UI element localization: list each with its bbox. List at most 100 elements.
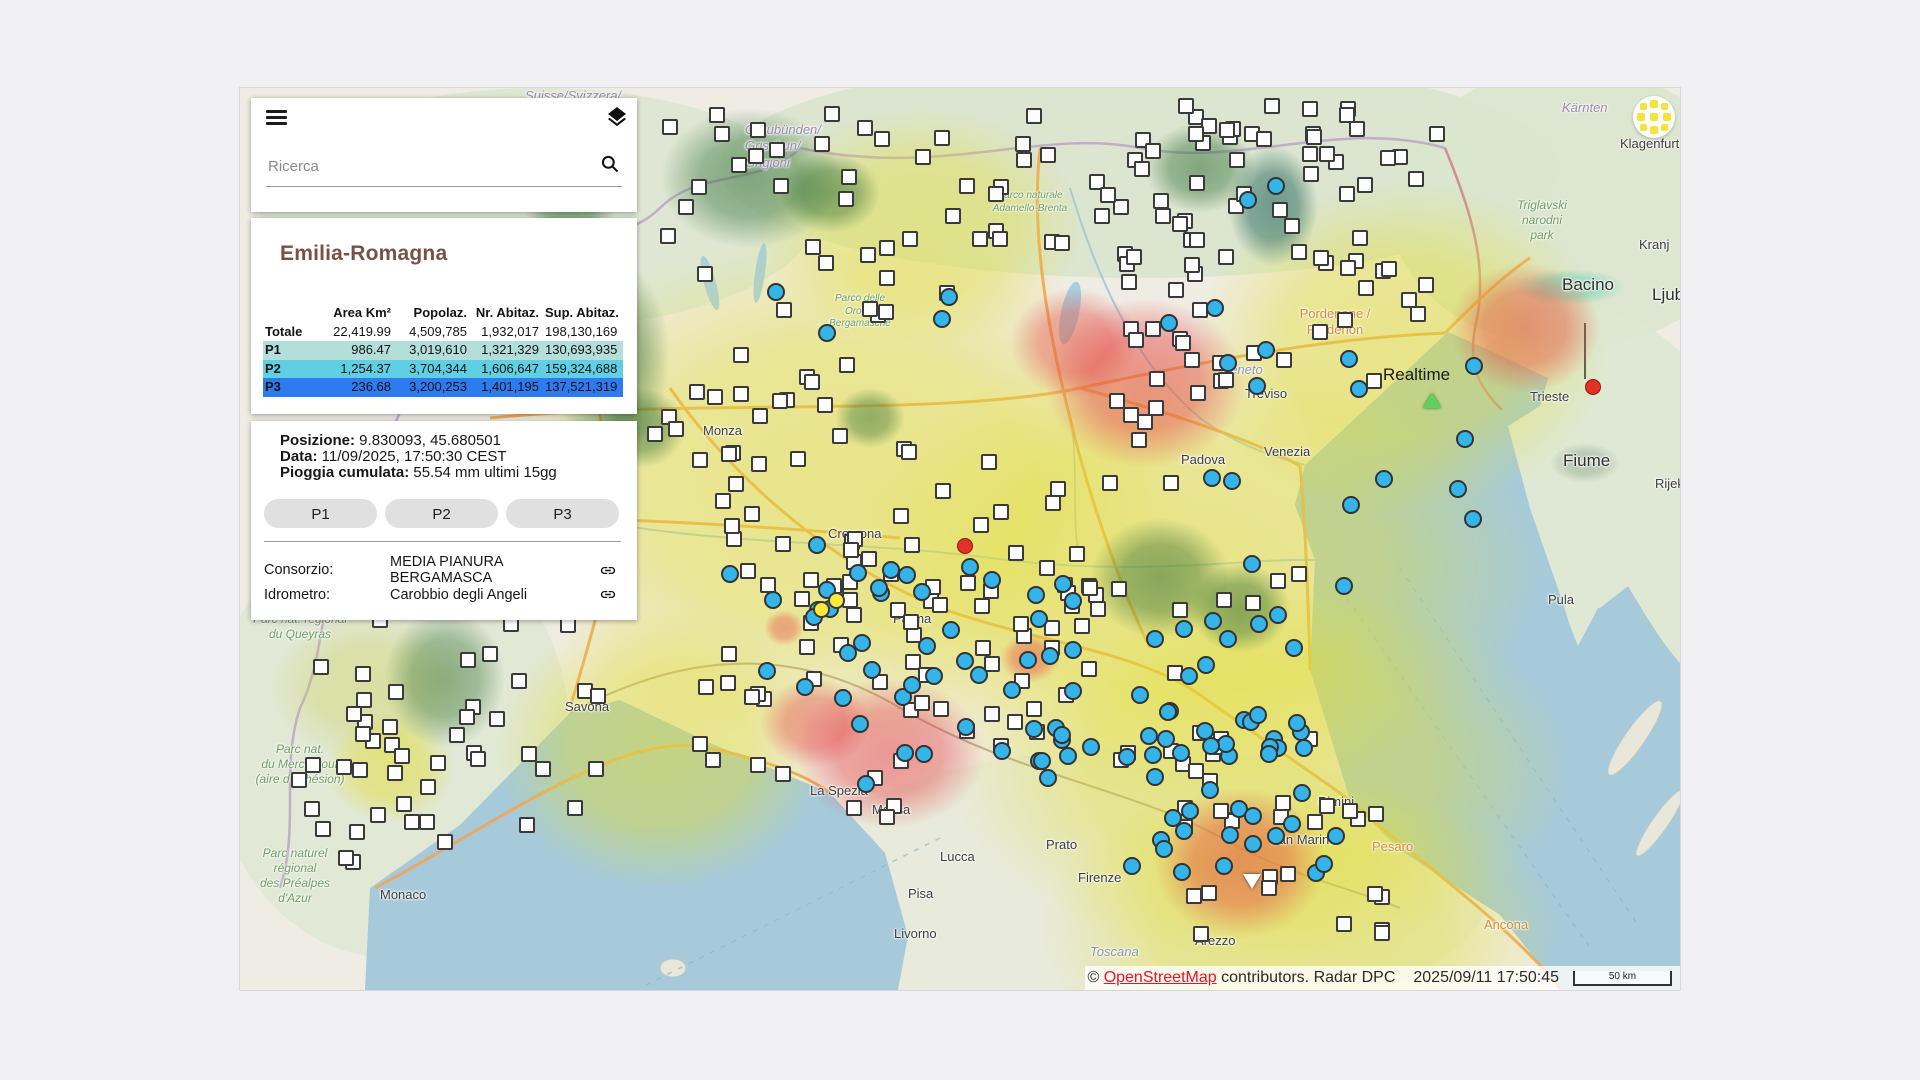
station-marker-square[interactable]: [1013, 616, 1029, 632]
station-marker-square[interactable]: [1270, 573, 1286, 589]
station-marker-square[interactable]: [744, 506, 760, 522]
station-marker-square[interactable]: [1026, 108, 1042, 124]
station-marker-square[interactable]: [1275, 795, 1291, 811]
station-marker-square[interactable]: [1149, 371, 1165, 387]
station-marker-blue[interactable]: [1206, 299, 1224, 317]
station-marker-square[interactable]: [588, 761, 604, 777]
station-marker-square[interactable]: [1172, 602, 1188, 618]
station-marker-blue[interactable]: [1123, 857, 1141, 875]
station-marker-square[interactable]: [489, 711, 505, 727]
station-marker-square[interactable]: [750, 122, 766, 138]
station-marker-square[interactable]: [1189, 175, 1205, 191]
station-marker-square[interactable]: [915, 149, 931, 165]
marker-triangle-white[interactable]: [1243, 874, 1261, 889]
station-marker-square[interactable]: [396, 796, 412, 812]
station-marker-square[interactable]: [692, 736, 708, 752]
station-marker-blue[interactable]: [1250, 615, 1268, 633]
station-marker-blue[interactable]: [1375, 470, 1393, 488]
station-marker-blue[interactable]: [767, 283, 785, 301]
station-marker-square[interactable]: [1374, 925, 1390, 941]
station-marker-square[interactable]: [1128, 332, 1144, 348]
station-marker-blue[interactable]: [1027, 586, 1045, 604]
station-marker-square[interactable]: [857, 120, 873, 136]
station-marker-square[interactable]: [960, 575, 976, 591]
station-marker-square[interactable]: [862, 301, 878, 317]
station-marker-blue[interactable]: [1180, 667, 1198, 685]
station-marker-blue[interactable]: [1244, 835, 1262, 853]
station-marker-blue[interactable]: [961, 558, 979, 576]
station-marker-square[interactable]: [744, 689, 760, 705]
station-marker-square[interactable]: [1082, 580, 1098, 596]
station-marker-square[interactable]: [470, 751, 486, 767]
station-marker-square[interactable]: [1155, 208, 1171, 224]
station-marker-square[interactable]: [1054, 235, 1070, 251]
station-marker-square[interactable]: [689, 384, 705, 400]
station-marker-square[interactable]: [519, 817, 535, 833]
station-marker-blue[interactable]: [1456, 430, 1474, 448]
station-marker-blue[interactable]: [1155, 840, 1173, 858]
station-marker-square[interactable]: [346, 706, 362, 722]
station-marker-square[interactable]: [879, 270, 895, 286]
station-marker-square[interactable]: [959, 178, 975, 194]
station-marker-square[interactable]: [945, 208, 961, 224]
station-marker-square[interactable]: [482, 646, 498, 662]
station-marker-blue[interactable]: [898, 566, 916, 584]
station-marker-square[interactable]: [860, 247, 876, 263]
station-marker-square[interactable]: [1306, 129, 1322, 145]
station-marker-blue[interactable]: [1157, 730, 1175, 748]
station-marker-square[interactable]: [1366, 373, 1382, 389]
station-marker-square[interactable]: [647, 426, 663, 442]
station-marker-square[interactable]: [984, 706, 1000, 722]
station-marker-blue[interactable]: [1146, 630, 1164, 648]
station-marker-square[interactable]: [1245, 595, 1261, 611]
station-marker-square[interactable]: [1153, 193, 1169, 209]
station-marker-blue[interactable]: [1221, 826, 1239, 844]
station-marker-square[interactable]: [1193, 926, 1209, 942]
station-marker-blue[interactable]: [870, 579, 888, 597]
station-marker-square[interactable]: [1081, 661, 1097, 677]
station-marker-blue[interactable]: [1267, 827, 1285, 845]
table-row-p3[interactable]: P3 236.68 3,200,253 1,401,195 137,521,31…: [263, 378, 623, 397]
station-marker-square[interactable]: [975, 640, 991, 656]
station-marker-square[interactable]: [1134, 161, 1150, 177]
station-marker-square[interactable]: [430, 755, 446, 771]
station-marker-square[interactable]: [1368, 806, 1384, 822]
station-marker-blue[interactable]: [808, 536, 826, 554]
station-marker-blue[interactable]: [818, 324, 836, 342]
station-marker-square[interactable]: [437, 834, 453, 850]
station-marker-blue[interactable]: [863, 661, 881, 679]
station-marker-square[interactable]: [535, 761, 551, 777]
station-marker-blue[interactable]: [1267, 177, 1285, 195]
station-marker-square[interactable]: [1100, 187, 1116, 203]
station-marker-blue[interactable]: [1054, 575, 1072, 593]
station-marker-blue[interactable]: [956, 652, 974, 670]
station-marker-square[interactable]: [902, 231, 918, 247]
station-marker-square[interactable]: [1189, 232, 1205, 248]
station-marker-square[interactable]: [707, 389, 723, 405]
station-marker-square[interactable]: [1168, 282, 1184, 298]
station-marker-square[interactable]: [692, 452, 708, 468]
station-marker-square[interactable]: [818, 255, 834, 271]
station-marker-square[interactable]: [1094, 208, 1110, 224]
station-marker-square[interactable]: [1381, 261, 1397, 277]
station-marker-square[interactable]: [993, 504, 1009, 520]
station-marker-blue[interactable]: [1019, 651, 1037, 669]
consorzio-link-icon[interactable]: [595, 562, 621, 579]
station-marker-blue[interactable]: [1064, 682, 1082, 700]
station-marker-square[interactable]: [678, 199, 694, 215]
station-marker-square[interactable]: [1336, 916, 1352, 932]
station-marker-square[interactable]: [1340, 260, 1356, 276]
station-marker-blue[interactable]: [1335, 577, 1353, 595]
station-marker-square[interactable]: [709, 107, 725, 123]
station-marker-square[interactable]: [356, 692, 372, 708]
station-marker-square[interactable]: [1074, 618, 1090, 634]
station-marker-blue[interactable]: [1269, 606, 1287, 624]
station-marker-square[interactable]: [511, 673, 527, 689]
station-marker-square[interactable]: [315, 821, 331, 837]
station-marker-square[interactable]: [1131, 432, 1147, 448]
station-marker-square[interactable]: [1015, 136, 1031, 152]
station-marker-blue[interactable]: [1039, 769, 1057, 787]
station-marker-square[interactable]: [776, 302, 792, 318]
station-marker-square[interactable]: [731, 157, 747, 173]
station-marker-square[interactable]: [772, 393, 788, 409]
